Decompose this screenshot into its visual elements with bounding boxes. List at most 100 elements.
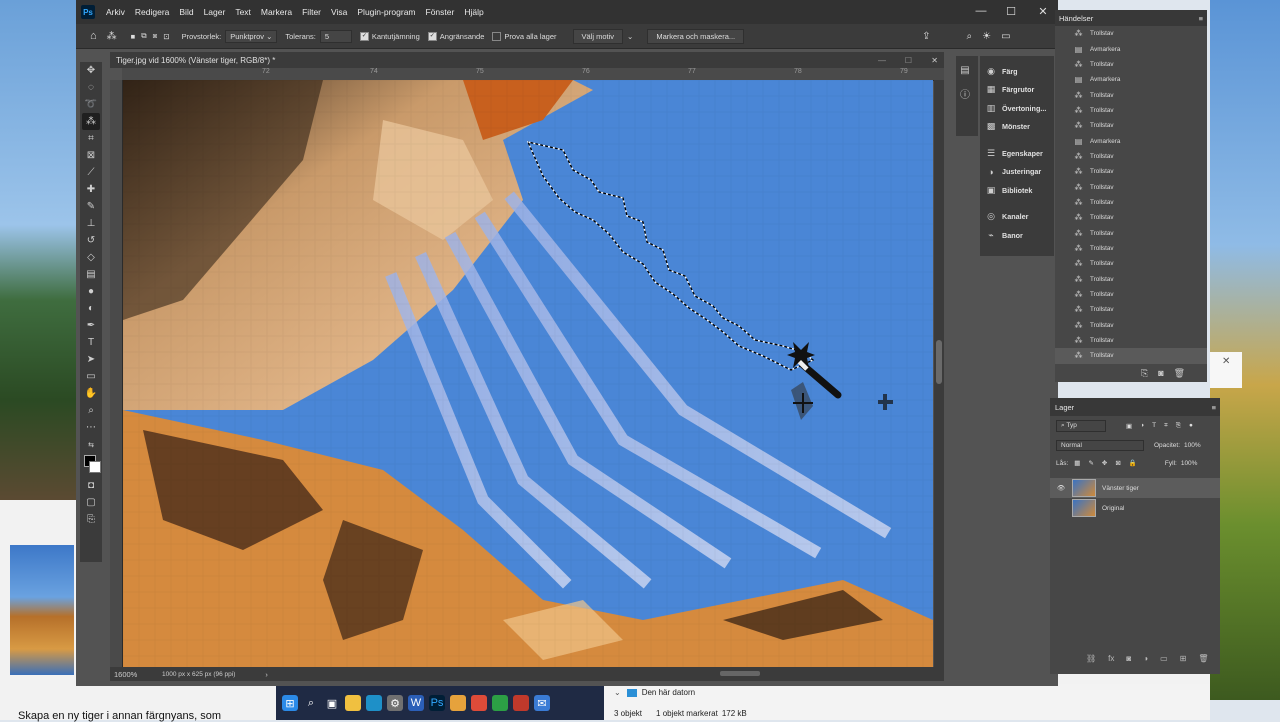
history-item[interactable]: ⁂ Trollstav <box>1055 241 1207 256</box>
history-item[interactable]: ⁂ Trollstav <box>1055 164 1207 179</box>
doc-minimize-icon[interactable]: — <box>878 56 886 65</box>
menu-markera[interactable]: Markera <box>256 7 297 17</box>
filter-toggle-icon[interactable]: ● <box>1189 422 1193 430</box>
chevron-right-icon[interactable]: › <box>265 670 268 679</box>
dodge-tool-icon[interactable]: ◐ <box>82 300 100 317</box>
folder-icon[interactable] <box>450 695 466 711</box>
add-mask-icon[interactable]: ◙ <box>1126 654 1131 663</box>
filter-type-icon[interactable]: T <box>1152 422 1156 430</box>
search-icon[interactable]: ⌕ <box>303 695 319 711</box>
opacity-input[interactable]: 100% <box>1184 442 1201 449</box>
history-item[interactable]: ⁂ Trollstav <box>1055 118 1207 133</box>
lock-position-icon[interactable]: ✥ <box>1102 459 1107 467</box>
move-tool-icon[interactable]: ✥ <box>82 62 100 79</box>
new-selection-icon[interactable]: ■ <box>131 32 136 41</box>
trash-icon[interactable]: 🗑 <box>1174 368 1185 379</box>
image-canvas[interactable] <box>123 80 933 667</box>
explorer-tree-item[interactable]: ⌄ Den här datorn <box>614 688 695 697</box>
search-icon[interactable]: ⌕ <box>967 31 973 42</box>
menu-arkiv[interactable]: Arkiv <box>101 7 130 17</box>
settings-icon[interactable]: ⚙ <box>387 695 403 711</box>
fill-input[interactable]: 100% <box>1181 460 1198 467</box>
contiguous-checkbox[interactable]: ✓ Angränsande <box>427 31 484 41</box>
fx-icon[interactable]: fx <box>1108 654 1114 663</box>
path-selection-icon[interactable]: ➤ <box>82 351 100 368</box>
menu-text[interactable]: Text <box>230 7 256 17</box>
filter-smart-object-icon[interactable]: ⎘ <box>1176 422 1181 430</box>
panel-menu-icon[interactable]: ≡ <box>1212 403 1216 412</box>
anti-alias-checkbox[interactable]: ✓ Kantutjämning <box>359 31 420 41</box>
eye-icon[interactable]: 👁 <box>1050 484 1072 492</box>
layer-filter-dropdown[interactable]: ⌕ Typ <box>1056 420 1106 432</box>
lock-transparent-icon[interactable]: ▦ <box>1074 459 1080 467</box>
blur-tool-icon[interactable]: ● <box>82 283 100 300</box>
edge-icon[interactable] <box>366 695 382 711</box>
zoom-tool-icon[interactable]: ⌕ <box>82 402 100 419</box>
vertical-scrollbar[interactable] <box>934 80 944 667</box>
artboard-icon[interactable]: ⎘ <box>82 511 100 528</box>
panel-menu-icon[interactable]: ≡ <box>1199 14 1203 23</box>
share-icon[interactable]: ⇪ <box>922 31 930 42</box>
sample-size-dropdown[interactable]: Punktprov ⌄ <box>225 29 278 43</box>
panel-libraries[interactable]: ▣ Bibliotek <box>980 181 1054 200</box>
sample-all-layers-checkbox[interactable]: Prova alla lager <box>492 31 557 41</box>
type-tool-icon[interactable]: T <box>82 334 100 351</box>
maximize-icon[interactable]: ☐ <box>996 0 1026 22</box>
panel-adjustments[interactable]: ◑ Justeringar <box>980 163 1054 182</box>
filter-shape-icon[interactable]: ⌗ <box>1164 422 1168 430</box>
history-item[interactable]: ⁂ Trollstav <box>1055 302 1207 317</box>
info-icon[interactable]: ⓘ <box>956 85 974 102</box>
foreground-background-color-icon[interactable] <box>82 453 101 477</box>
marquee-tool-icon[interactable]: ◌ <box>82 79 100 96</box>
frame-tool-icon[interactable]: ⊠ <box>82 147 100 164</box>
magic-wand-tool-icon[interactable]: ⁂ <box>82 113 100 130</box>
store-icon[interactable] <box>492 695 508 711</box>
menu-plugin[interactable]: Plugin-program <box>352 7 420 17</box>
history-item[interactable]: ⁂ Trollstav <box>1055 256 1207 271</box>
snapshot-icon[interactable]: ◙ <box>1158 368 1163 379</box>
pen-tool-icon[interactable]: ✒ <box>82 317 100 334</box>
healing-brush-icon[interactable]: ✚ <box>82 181 100 198</box>
history-item[interactable]: ⁂ Trollstav <box>1055 210 1207 225</box>
lock-all-icon[interactable]: 🔒 <box>1129 459 1137 467</box>
word-icon[interactable]: W <box>408 695 424 711</box>
menu-lager[interactable]: Lager <box>199 7 231 17</box>
intersect-selection-icon[interactable]: ⊡ <box>163 32 169 41</box>
history-brush-icon[interactable]: ↺ <box>82 232 100 249</box>
minimize-icon[interactable]: — <box>966 0 996 22</box>
filter-adjustment-icon[interactable]: ◑ <box>1140 422 1144 430</box>
add-selection-icon[interactable]: ⧉ <box>141 31 146 41</box>
crop-tool-icon[interactable]: ⌗ <box>82 130 100 147</box>
blend-mode-dropdown[interactable]: Normal <box>1056 439 1144 451</box>
task-view-icon[interactable]: ▣ <box>324 695 340 711</box>
brush-tool-icon[interactable]: ✎ <box>82 198 100 215</box>
history-item[interactable]: ⁂ Trollstav <box>1055 87 1207 102</box>
close-icon[interactable]: ✕ <box>1028 0 1058 22</box>
home-icon[interactable]: ⌂ <box>90 30 97 42</box>
history-item[interactable]: ⁂ Trollstav <box>1055 57 1207 72</box>
history-item[interactable]: ▤ Avmarkera <box>1055 41 1207 56</box>
scrollbar-thumb[interactable] <box>936 340 942 384</box>
app-icon[interactable] <box>513 695 529 711</box>
history-item[interactable]: ▤ Avmarkera <box>1055 133 1207 148</box>
comments-icon[interactable]: ▤ <box>956 62 974 79</box>
menu-fonster[interactable]: Fönster <box>421 7 460 17</box>
screen-mode-icon[interactable]: ▢ <box>82 494 100 511</box>
doc-close-icon[interactable]: ✕ <box>931 56 938 65</box>
layer-row-vanster-tiger[interactable]: 👁 Vänster tiger <box>1050 478 1220 498</box>
eyedropper-tool-icon[interactable]: ⟋ <box>82 164 100 181</box>
horizontal-scrollbar-thumb[interactable] <box>720 671 760 676</box>
link-layers-icon[interactable]: ⛓ <box>1086 654 1096 663</box>
panel-properties[interactable]: ☰ Egenskaper <box>980 144 1054 163</box>
history-item[interactable]: ⁂ Trollstav <box>1055 195 1207 210</box>
menu-redigera[interactable]: Redigera <box>130 7 175 17</box>
history-item[interactable]: ⁂ Trollstav <box>1055 179 1207 194</box>
layers-panel-title[interactable]: Lager <box>1055 403 1074 412</box>
layer-row-original[interactable]: Original <box>1050 498 1220 518</box>
history-item[interactable]: ⁂ Trollstav <box>1055 333 1207 348</box>
swap-colors-icon[interactable]: ⇆ <box>82 436 100 453</box>
panel-patterns[interactable]: ▩ Mönster <box>980 118 1054 137</box>
panel-swatches[interactable]: ▦ Färgrutor <box>980 81 1054 100</box>
mail-icon[interactable]: ✉ <box>534 695 550 711</box>
group-icon[interactable]: ▭ <box>1160 654 1168 663</box>
